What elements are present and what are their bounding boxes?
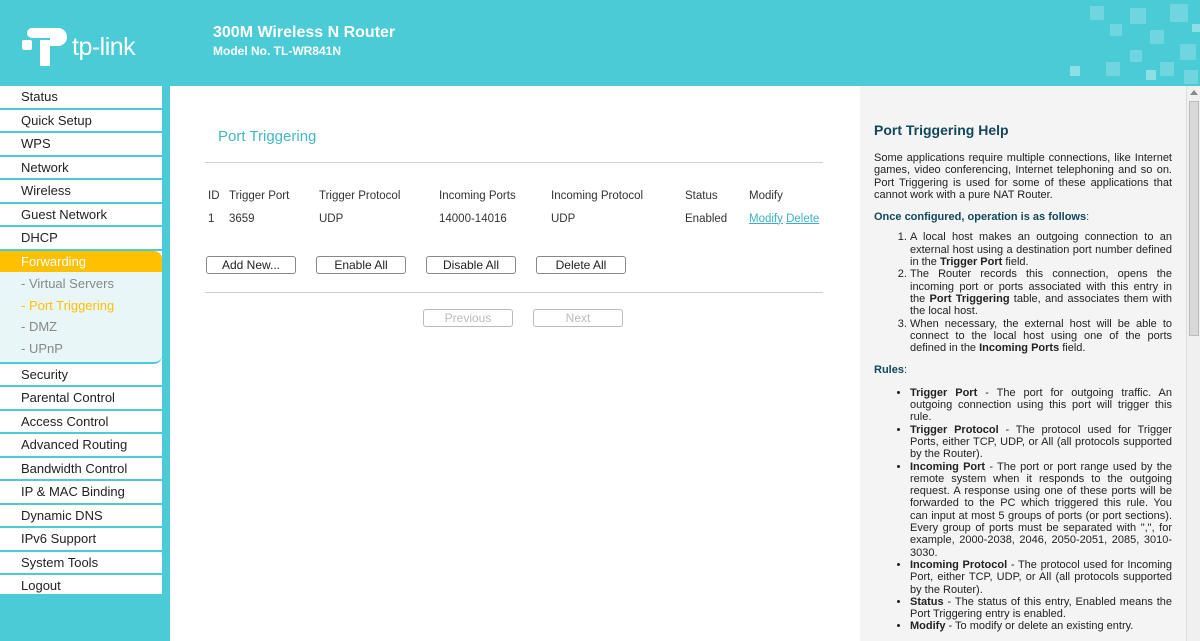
row-trigger-protocol: UDP [319,212,344,225]
modify-link[interactable]: Modify [749,213,783,225]
help-rule: Status - The status of this entry, Enabl… [910,596,1172,621]
table-row: 1 3659 UDP 14000-14016 UDP Enabled Modif… [205,207,829,230]
help-step: The Router records this connection, open… [910,268,1172,317]
sidebar-item-forwarding[interactable]: Forwarding [0,250,162,272]
model-number: Model No. TL-WR841N [213,44,341,58]
sidebar-item-ip-mac-binding[interactable]: IP & MAC Binding [0,481,162,505]
col-modify: Modify [749,189,783,202]
col-id: ID [208,189,220,202]
title-divider [205,162,823,163]
sidebar-item-system-tools[interactable]: System Tools [0,552,162,576]
help-operation-heading: Once configured, operation is as follows… [874,211,1090,224]
row-status: Enabled [685,212,728,225]
disable-all-button[interactable]: Disable All [426,256,516,274]
page-title: Port Triggering [218,128,317,145]
previous-button[interactable]: Previous [423,309,513,327]
help-scrollbar[interactable] [1186,86,1200,641]
main-content: Port Triggering ID Trigger Port Trigger … [170,86,860,641]
header-decoration [1070,4,1200,84]
forwarding-submenu: - Virtual Servers - Port Triggering - DM… [0,272,162,364]
logo-text: tp-link [72,33,136,61]
sidebar-item-dhcp[interactable]: DHCP [0,227,162,251]
tp-link-logo[interactable]: tp-link [22,24,152,70]
row-incoming-ports: 14000-14016 [439,212,507,225]
product-title: 300M Wireless N Router [213,24,396,41]
col-trigger-port: Trigger Port [229,189,290,202]
help-title: Port Triggering Help [874,122,1009,138]
sidebar-item-dynamic-dns[interactable]: Dynamic DNS [0,505,162,529]
sidebar-item-logout[interactable]: Logout [0,575,162,597]
header: tp-link 300M Wireless N Router Model No.… [0,0,1200,86]
sidebar-item-bandwidth-control[interactable]: Bandwidth Control [0,458,162,482]
row-trigger-port: 3659 [229,212,255,225]
help-rule: Incoming Protocol - The protocol used fo… [910,559,1172,596]
delete-link[interactable]: Delete [786,213,819,225]
table-header-row: ID Trigger Port Trigger Protocol Incomin… [205,184,829,207]
sidebar-item-wireless[interactable]: Wireless [0,180,162,204]
help-rule: Trigger Port - The port for outgoing tra… [910,387,1172,424]
sidebar-item-ipv6-support[interactable]: IPv6 Support [0,528,162,552]
tp-link-logo-icon [22,28,67,66]
help-step: When necessary, the external host will b… [910,318,1172,355]
sidebar-subitem-virtual-servers[interactable]: - Virtual Servers [0,273,162,295]
delete-all-button[interactable]: Delete All [536,256,626,274]
sidebar-subitem-upnp[interactable]: - UPnP [0,338,162,360]
buttons-divider [205,292,823,293]
scroll-thumb[interactable] [1189,101,1199,336]
help-panel: Port Triggering Help Some applications r… [860,86,1186,641]
port-triggering-table: ID Trigger Port Trigger Protocol Incomin… [205,184,829,230]
sidebar-item-access-control[interactable]: Access Control [0,411,162,435]
sidebar-subitem-dmz[interactable]: - DMZ [0,316,162,338]
sidebar-item-quick-setup[interactable]: Quick Setup [0,110,162,133]
sidebar-item-advanced-routing[interactable]: Advanced Routing [0,434,162,458]
sidebar-item-network[interactable]: Network [0,157,162,180]
sidebar-subitem-port-triggering[interactable]: - Port Triggering [0,295,162,317]
col-status: Status [685,189,718,202]
help-rules-list: Trigger Port - The port for outgoing tra… [874,387,1172,633]
scroll-up-arrow-icon[interactable] [1190,90,1198,95]
add-new-button[interactable]: Add New... [206,256,296,274]
help-rule: Modify - To modify or delete an existing… [910,620,1172,632]
help-rules-heading: Rules: [874,364,908,377]
sidebar-item-status[interactable]: Status [0,86,162,110]
help-rule: Trigger Protocol - The protocol used for… [910,424,1172,461]
next-button[interactable]: Next [533,309,623,327]
help-steps-list: A local host makes an outgoing connectio… [874,231,1172,354]
enable-all-button[interactable]: Enable All [316,256,406,274]
row-actions: Modify Delete [749,207,829,230]
sidebar-item-security[interactable]: Security [0,364,162,388]
sidebar-item-wps[interactable]: WPS [0,133,162,157]
col-trigger-protocol: Trigger Protocol [319,189,401,202]
row-incoming-protocol: UDP [551,212,576,225]
help-body: Some applications require multiple conne… [874,152,1172,633]
sidebar-item-guest-network[interactable]: Guest Network [0,204,162,227]
help-intro: Some applications require multiple conne… [874,152,1172,201]
sidebar-nav: Status Quick Setup WPS Network Wireless … [0,86,162,594]
help-rule: Incoming Port - The port or port range u… [910,461,1172,559]
col-incoming-ports: Incoming Ports [439,189,516,202]
col-incoming-protocol: Incoming Protocol [551,189,644,202]
sidebar-item-parental-control[interactable]: Parental Control [0,387,162,411]
row-id: 1 [208,212,215,225]
help-step: A local host makes an outgoing connectio… [910,231,1172,268]
